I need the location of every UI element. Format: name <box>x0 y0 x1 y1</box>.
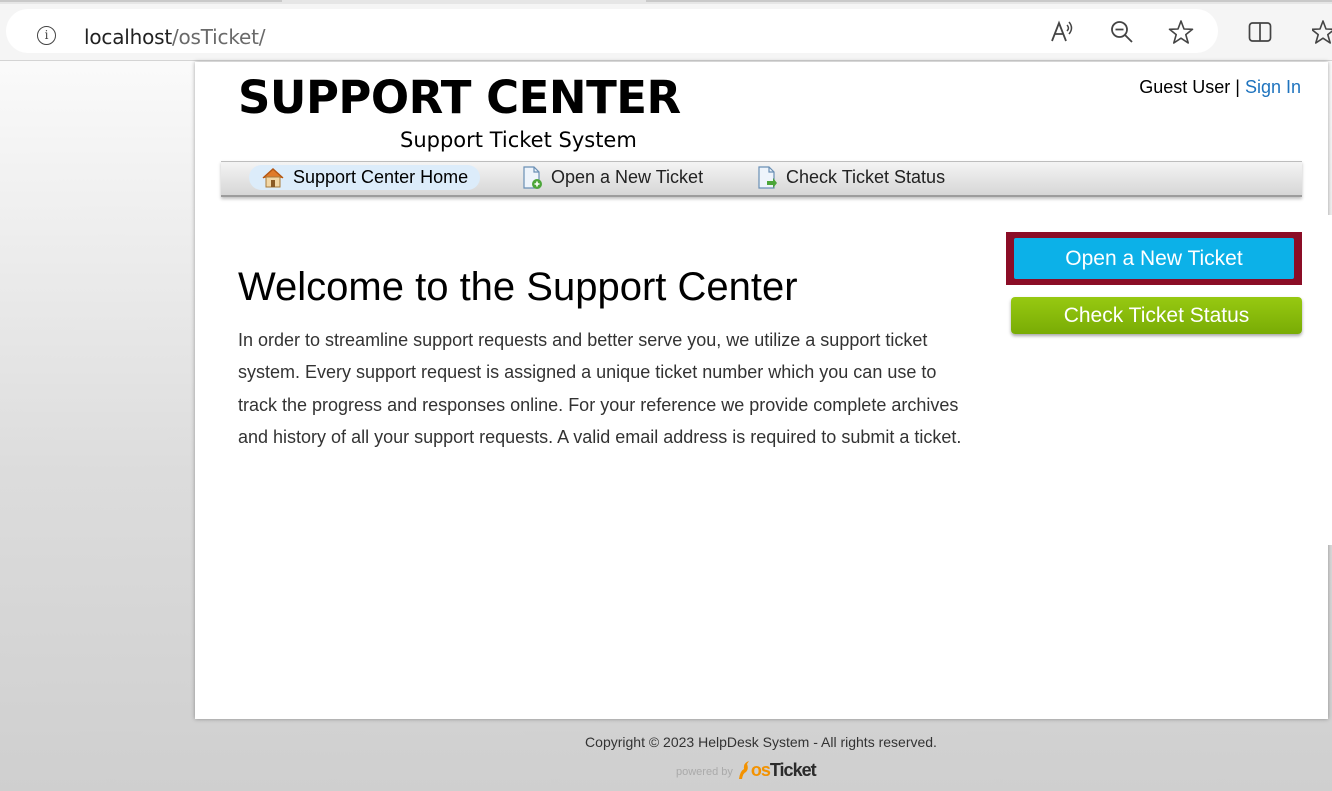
brand-subtitle: Support Ticket System <box>400 128 637 152</box>
nav-label: Support Center Home <box>293 167 469 187</box>
nav-check-ticket-status[interactable]: Check Ticket Status <box>744 165 957 190</box>
ticket-status-icon <box>758 165 777 189</box>
check-ticket-status-button[interactable]: Check Ticket Status <box>1011 297 1302 334</box>
powered-by-label: powered by <box>676 766 733 778</box>
browser-toolbar: i localhost/osTicket/ <box>0 4 1332 61</box>
guest-user-label: Guest User | <box>1139 77 1240 97</box>
address-url[interactable]: localhost/osTicket/ <box>84 25 265 49</box>
site-info-icon[interactable]: i <box>37 26 56 45</box>
address-bar[interactable]: i localhost/osTicket/ <box>6 9 1218 53</box>
split-screen-icon[interactable] <box>1247 19 1273 45</box>
read-aloud-icon[interactable] <box>1049 19 1075 45</box>
favorite-star-icon[interactable] <box>1168 19 1194 45</box>
tab-edge-left <box>0 0 282 2</box>
user-bar: Guest User | Sign In <box>1139 77 1301 98</box>
nav-label: Open a New Ticket <box>551 167 704 187</box>
url-path: /osTicket/ <box>171 25 266 49</box>
open-new-ticket-button[interactable]: Open a New Ticket <box>1014 238 1294 279</box>
zoom-out-icon[interactable] <box>1109 19 1135 45</box>
page-container: SUPPORT CENTER Support Ticket System Gue… <box>195 62 1328 719</box>
main-nav: Support Center Home Open a New Ticket Ch… <box>221 161 1302 197</box>
nav-support-center-home[interactable]: Support Center Home <box>249 165 481 190</box>
url-host: localhost <box>84 25 172 49</box>
nav-label: Check Ticket Status <box>786 167 946 187</box>
open-ticket-highlight: Open a New Ticket <box>1006 232 1302 285</box>
tab-edge-right <box>646 0 1332 2</box>
footer-copyright: Copyright © 2023 HelpDesk System - All r… <box>585 734 937 750</box>
nav-open-new-ticket[interactable]: Open a New Ticket <box>509 165 715 190</box>
sign-in-link[interactable]: Sign In <box>1245 77 1301 97</box>
logo-os: os <box>750 760 771 780</box>
home-icon <box>262 167 284 187</box>
page-title: Welcome to the Support Center <box>238 265 798 309</box>
powered-by-logo[interactable]: powered by osTicket <box>676 755 817 781</box>
logo-ticket: Ticket <box>769 760 817 780</box>
brand-title: SUPPORT CENTER <box>238 71 681 124</box>
favorites-icon[interactable] <box>1312 19 1332 45</box>
osticket-logo-text: osTicket <box>750 760 817 781</box>
intro-text: In order to streamline support requests … <box>238 330 962 448</box>
new-ticket-icon <box>523 165 542 189</box>
scrollbar[interactable] <box>1327 215 1332 545</box>
kangaroo-logo-icon <box>738 761 749 779</box>
site-logo[interactable]: SUPPORT CENTER Support Ticket System <box>238 71 681 153</box>
